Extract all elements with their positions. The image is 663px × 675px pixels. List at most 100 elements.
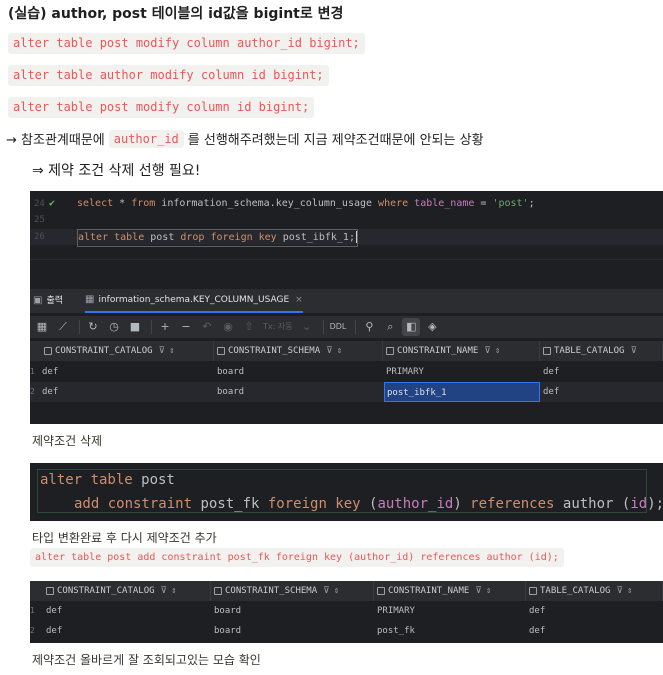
table-row[interactable]: 1 def board PRIMARY def (30, 362, 663, 382)
filter-icon[interactable]: ⊽ (159, 346, 166, 356)
filter-icon[interactable]: ⊽ (484, 346, 491, 356)
column-header-label: CONSTRAINT_NAME (388, 586, 470, 596)
search-icon[interactable]: ⌕ (381, 318, 399, 336)
filter-icon[interactable]: ⊽ (475, 586, 482, 596)
sort-icon[interactable]: ⇕ (337, 346, 342, 356)
code-token: post_fk (192, 496, 268, 512)
column-header-label: CONSTRAINT_CATALOG (55, 346, 153, 356)
tx-mode-dropdown[interactable]: Tx: 자동 (261, 318, 295, 336)
code-drop-fk-statement: alter table post drop foreign key post_i… (77, 229, 358, 247)
table-cell[interactable]: def (46, 601, 211, 621)
row-number: 1 (30, 367, 35, 376)
filter-icon[interactable]: ⊽ (326, 346, 333, 356)
filter-icon[interactable]: ⊽ (630, 346, 637, 356)
ddl-button[interactable]: DDL (328, 318, 349, 336)
column-icon (214, 586, 222, 595)
chevron-down-icon[interactable]: ⌄ (298, 318, 316, 336)
divider (79, 320, 80, 334)
column-header-label: CONSTRAINT_CATALOG (57, 586, 155, 596)
filter-icon[interactable]: ⊽ (323, 586, 330, 596)
sort-icon[interactable]: ⇕ (169, 346, 174, 356)
filter-icon[interactable]: ⊽ (616, 586, 623, 596)
tab-key-column-usage[interactable]: ▦ information_schema.KEY_COLUMN_USAGE × (85, 289, 303, 313)
sort-icon[interactable]: ⇕ (171, 586, 176, 596)
table-cell[interactable]: board (214, 601, 374, 621)
table-cell[interactable]: PRIMARY (377, 601, 526, 621)
sort-icon[interactable]: ⇕ (495, 346, 500, 356)
column-icon (217, 346, 225, 355)
preview-icon[interactable]: ◉ (219, 318, 237, 336)
table-cell[interactable]: def (543, 362, 663, 382)
table-cell[interactable]: def (46, 621, 211, 641)
table-cell[interactable]: PRIMARY (386, 362, 540, 382)
table-cell[interactable]: def (42, 382, 214, 402)
line-number: 24 (34, 199, 45, 209)
column-header[interactable]: TABLE_CATALOG ⊽ ⇕ (527, 581, 663, 601)
tab-table-label: information_schema.KEY_COLUMN_USAGE (98, 295, 290, 305)
output-icon: ▣ (33, 295, 43, 306)
submit-icon[interactable]: ⇧ (240, 318, 258, 336)
table-cell[interactable]: def (543, 382, 663, 402)
close-icon[interactable]: × (295, 288, 303, 312)
ide-screenshot-verify: CONSTRAINT_CATALOG ⊽ ⇕ CONSTRAINT_SCHEMA ⊽ ⇕… (30, 581, 663, 643)
row-number: 2 (30, 626, 35, 635)
sort-icon[interactable]: ⇕ (334, 586, 339, 596)
table-cell[interactable]: def (42, 362, 214, 382)
table-cell[interactable]: board (217, 382, 383, 402)
column-header[interactable]: CONSTRAINT_NAME ⊽ ⇕ (384, 341, 540, 361)
code-add-constraint: alter table post add constraint post_fk … (30, 548, 564, 567)
sort-icon[interactable]: ⇕ (627, 586, 632, 596)
refresh-icon[interactable]: ↻ (84, 318, 102, 336)
code-token: author_id (377, 496, 454, 512)
grid-header-row: CONSTRAINT_CATALOG ⊽ ⇕ CONSTRAINT_SCHEMA ⊽ ⇕… (30, 581, 663, 601)
pin-icon[interactable]: ⚲ (360, 318, 378, 336)
code-token: where (378, 198, 409, 209)
code-token: references (470, 496, 555, 512)
code-token: id (630, 496, 648, 512)
column-header[interactable]: CONSTRAINT_NAME ⊽ ⇕ (375, 581, 526, 601)
fill-icon[interactable]: ◈ (423, 318, 441, 336)
column-header-label: CONSTRAINT_NAME (397, 346, 479, 356)
code-token: information_schema.key_column_usage (155, 198, 379, 209)
code-token: author ( (554, 496, 631, 512)
code-line-1: alter table post (40, 472, 175, 488)
table-cell[interactable]: def (529, 621, 663, 641)
column-icon (377, 586, 385, 595)
stop-icon[interactable]: ■ (126, 318, 144, 336)
table-cell-selected[interactable]: post_ibfk_1 (384, 382, 540, 402)
table-row[interactable]: 2 def board post_ibfk_1 def (30, 382, 663, 402)
filter-icon[interactable]: ⊽ (161, 586, 168, 596)
add-row-icon[interactable]: + (156, 318, 174, 336)
code-token: post (132, 472, 175, 488)
history-icon[interactable]: ◷ (105, 318, 123, 336)
table-icon: ▦ (85, 294, 95, 305)
tab-output[interactable]: ▣ 출력 (33, 289, 63, 313)
grid-view-icon[interactable]: ▦ (33, 318, 51, 336)
column-header[interactable]: CONSTRAINT_CATALOG ⊽ ⇕ (44, 581, 211, 601)
table-cell[interactable]: post_fk (377, 621, 526, 641)
code-token: select (77, 198, 114, 209)
view-toggle-icon[interactable]: ◧ (402, 318, 421, 336)
table-cell[interactable]: def (529, 601, 663, 621)
sort-icon[interactable]: ⇕ (486, 586, 491, 596)
conclusion-line: ⇒ 제약 조건 삭제 선행 필요! (32, 163, 201, 179)
revert-icon[interactable]: ↶ (198, 318, 216, 336)
column-header[interactable]: TABLE_CATALOG ⊽ (541, 341, 663, 361)
table-cell[interactable]: board (214, 621, 374, 641)
editor-line-24: 24 ✔ select * from information_schema.ke… (30, 196, 663, 212)
code-token: drop foreign key (180, 232, 277, 243)
column-icon (543, 346, 551, 355)
column-header[interactable]: CONSTRAINT_SCHEMA ⊽ ⇕ (212, 581, 374, 601)
ide-screenshot-query: 24 ✔ select * from information_schema.ke… (30, 191, 663, 424)
code-modify-post-id: alter table post modify column id bigint… (8, 97, 315, 118)
code-line-2: add constraint post_fk foreign key (auth… (74, 496, 663, 512)
table-row[interactable]: 1 def board PRIMARY def (30, 601, 663, 621)
column-header[interactable]: CONSTRAINT_CATALOG ⊽ ⇕ (42, 341, 214, 361)
delete-row-icon[interactable]: − (177, 318, 195, 336)
column-header[interactable]: CONSTRAINT_SCHEMA ⊽ ⇕ (215, 341, 383, 361)
table-row[interactable]: 2 def board post_fk def (30, 621, 663, 641)
sql-editor[interactable]: 24 ✔ select * from information_schema.ke… (30, 191, 663, 259)
table-cell[interactable]: board (217, 362, 383, 382)
chart-icon[interactable]: ⟋ (54, 318, 72, 336)
column-icon (44, 346, 52, 355)
